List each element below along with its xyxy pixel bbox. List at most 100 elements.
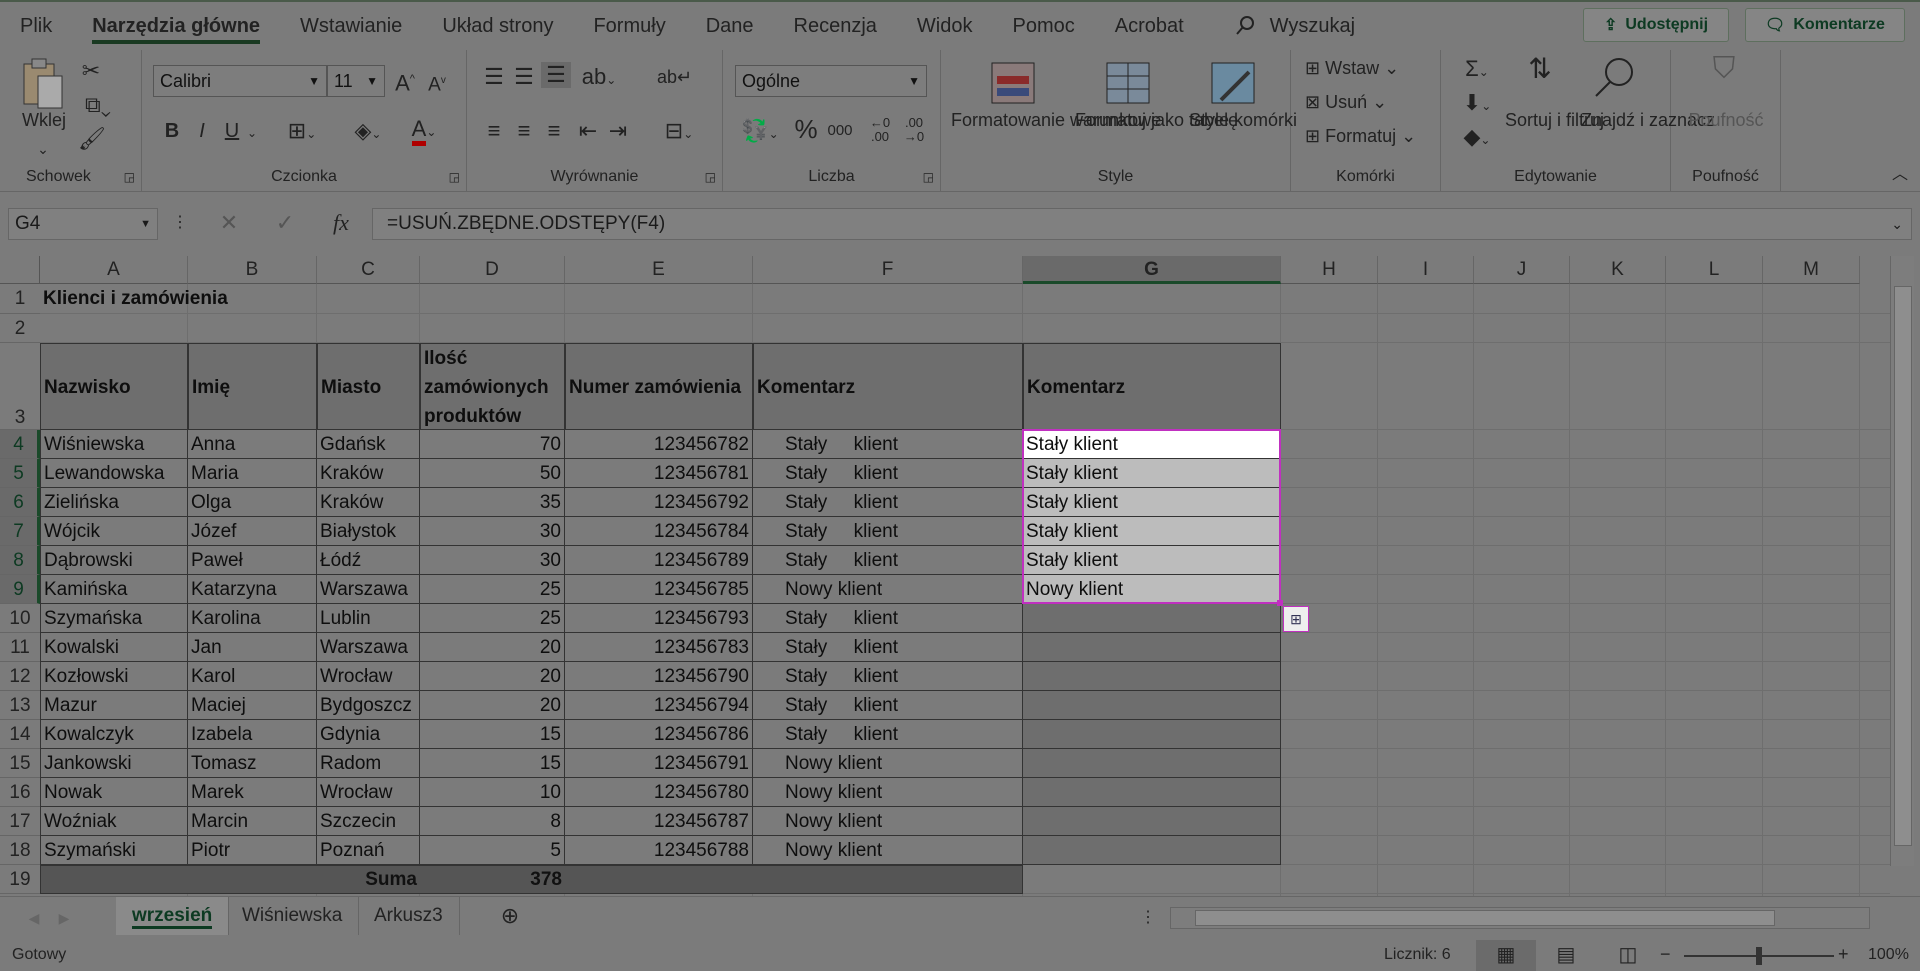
table-cell[interactable]: 123456784 [565,517,753,546]
percent-button[interactable]: % [793,116,819,142]
row-header[interactable]: 10 [0,604,40,633]
table-cell[interactable]: Józef [188,517,317,546]
row-header[interactable]: 11 [0,633,40,662]
page-layout-view-icon[interactable]: ▤ [1548,940,1584,970]
copy-icon[interactable]: ⧉⌄ [78,92,118,118]
tab-home[interactable]: Narzędzia główne [72,2,280,50]
table-cell[interactable]: Wiśniewska [40,430,188,459]
table-cell[interactable] [1023,662,1281,691]
merge-center-icon[interactable]: ⊟⌄ [657,118,701,147]
zoom-out-icon[interactable]: − [1660,944,1671,965]
table-cell[interactable]: Zielińska [40,488,188,517]
table-cell[interactable]: Maciej [188,691,317,720]
share-button[interactable]: ⇪ Udostępnij [1583,8,1729,42]
table-cell[interactable]: Olga [188,488,317,517]
row-header[interactable]: 7 [0,517,40,546]
table-cell[interactable]: Nowy klient [753,749,1023,778]
conditional-formatting-button[interactable]: Formatowanie warunkowe [951,108,1161,132]
splitter-icon[interactable]: ⋮ [1140,905,1156,931]
table-cell[interactable]: 70 [420,430,565,459]
sheet-title[interactable]: Klienci i zamówienia [40,284,440,314]
table-cell[interactable]: Lublin [317,604,420,633]
vertical-scroll-thumb[interactable] [1894,286,1912,846]
tab-review[interactable]: Recenzja [774,2,897,50]
align-right-icon[interactable]: ≡ [541,118,567,144]
table-cell[interactable]: 25 [420,575,565,604]
table-cell[interactable]: Paweł [188,546,317,575]
table-cell[interactable]: Nowy klient [753,807,1023,836]
table-cell[interactable]: 123456785 [565,575,753,604]
table-cell[interactable] [1023,749,1281,778]
thousands-separator-button[interactable]: 000 [823,118,857,144]
table-cell[interactable]: Karol [188,662,317,691]
table-cell[interactable]: Stały klient [753,459,1023,488]
clipboard-launcher-icon[interactable]: ◲ [124,170,135,184]
table-cell[interactable]: Mazur [40,691,188,720]
table-cell[interactable]: 50 [420,459,565,488]
bold-button[interactable]: B [160,118,184,144]
increase-font-icon[interactable]: A^ [392,66,418,96]
table-cell[interactable]: Nowy klient [753,836,1023,865]
table-cell[interactable]: Stały klient [753,430,1023,459]
column-header[interactable]: L [1666,256,1763,284]
table-cell[interactable]: Kraków [317,459,420,488]
table-cell[interactable]: Karolina [188,604,317,633]
row-header[interactable]: 14 [0,720,40,749]
table-cell[interactable]: Jan [188,633,317,662]
table-cell[interactable]: Warszawa [317,575,420,604]
align-left-icon[interactable]: ≡ [481,118,507,144]
table-cell[interactable]: Stały klient [753,546,1023,575]
header-cell[interactable]: Imię [188,343,317,430]
table-cell[interactable]: Jankowski [40,749,188,778]
search-box[interactable]: Wyszukaj [1234,15,1355,38]
column-header[interactable]: M [1763,256,1860,284]
table-cell[interactable]: Anna [188,430,317,459]
table-cell[interactable]: Kowalczyk [40,720,188,749]
table-cell[interactable]: Wrocław [317,662,420,691]
paste-dropdown-icon[interactable]: ⌄ [30,136,56,162]
table-cell[interactable]: Kraków [317,488,420,517]
table-cell[interactable]: 8 [420,807,565,836]
font-launcher-icon[interactable]: ◲ [449,170,460,184]
row-header[interactable]: 16 [0,778,40,807]
table-cell[interactable]: 15 [420,720,565,749]
table-cell[interactable]: Gdańsk [317,430,420,459]
table-cell[interactable]: 20 [420,662,565,691]
cell-styles-button[interactable]: Style komórki [1189,108,1297,132]
table-cell[interactable]: Stały klient [753,517,1023,546]
table-cell[interactable]: Piotr [188,836,317,865]
font-size-select[interactable]: 11 ▼ [327,65,385,97]
table-cell[interactable]: 30 [420,546,565,575]
italic-button[interactable]: I [190,118,214,144]
table-cell[interactable]: Stały klient [1023,517,1281,546]
chevron-down-icon[interactable]: ▼ [140,209,151,239]
font-color-icon[interactable]: A⌄ [404,116,444,146]
table-cell[interactable]: Nowy klient [753,778,1023,807]
row-header[interactable]: 8 [0,546,40,575]
table-cell[interactable]: Dąbrowski [40,546,188,575]
table-cell[interactable]: 10 [420,778,565,807]
table-cell[interactable]: Wrocław [317,778,420,807]
tab-acrobat[interactable]: Acrobat [1095,2,1204,50]
table-cell[interactable] [1023,633,1281,662]
table-cell[interactable]: Stały klient [753,488,1023,517]
row-header[interactable]: 1 [0,284,40,314]
table-cell[interactable]: 123456783 [565,633,753,662]
table-cell[interactable]: 123456781 [565,459,753,488]
table-cell[interactable]: 123456793 [565,604,753,633]
find-select-button[interactable]: Znajdź i zaznacz [1581,108,1715,132]
currency-format-icon[interactable]: 💱⌄ [735,118,785,147]
table-cell[interactable]: Izabela [188,720,317,749]
wrap-text-icon[interactable]: ab↵ [657,64,692,90]
sheet-tab-arkusz3[interactable]: Arkusz3 [358,897,460,935]
sheet-tab-wisniewska[interactable]: Wiśniewska [226,897,360,935]
underline-dropdown-icon[interactable]: ⌄ [244,120,260,146]
table-cell[interactable]: 123456789 [565,546,753,575]
expand-formula-icon[interactable]: ⌄ [1891,209,1903,239]
zoom-slider-thumb[interactable] [1756,947,1762,965]
quick-analysis-icon[interactable]: ⊞ [1283,606,1309,632]
decrease-indent-icon[interactable]: ⇤ [575,118,601,144]
table-cell[interactable]: 123456786 [565,720,753,749]
insert-cells-button[interactable]: ⊞ Wstaw ⌄ [1305,56,1425,80]
align-bottom-icon[interactable]: ☰ [541,62,571,88]
